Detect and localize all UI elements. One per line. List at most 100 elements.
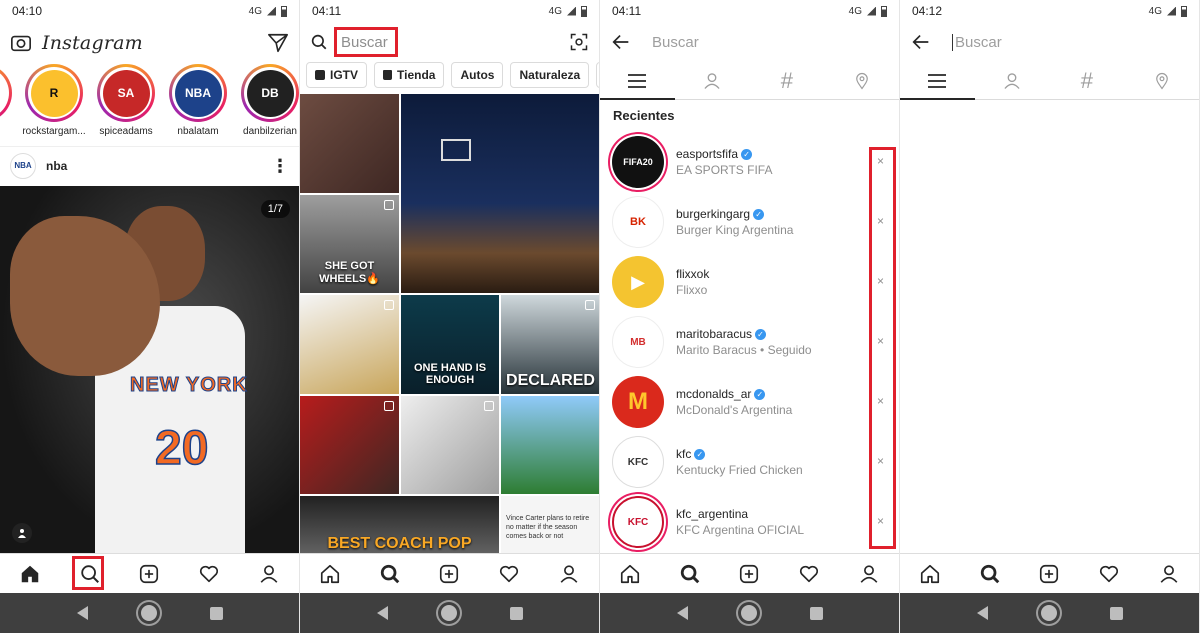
- list-item[interactable]: M mcdonalds_ar ✓ McDonald's Argentina ×: [600, 372, 899, 432]
- grid-tile[interactable]: SHE GOT WHEELS🔥: [300, 195, 399, 293]
- grid-tile[interactable]: ONE HAND IS ENOUGH: [401, 295, 499, 394]
- stories-tray: R rockstargam... SA spiceadams NBA nbala…: [0, 64, 299, 144]
- list-item[interactable]: BK burgerkingarg ✓ Burger King Argentina …: [600, 192, 899, 252]
- android-recents-icon[interactable]: [809, 606, 823, 620]
- home-icon[interactable]: [615, 559, 645, 589]
- story-partial[interactable]: [0, 64, 12, 144]
- more-options-icon[interactable]: ⋮: [271, 157, 289, 175]
- remove-recent-icon[interactable]: ×: [877, 394, 884, 408]
- search-icon[interactable]: [675, 559, 705, 589]
- chip-naturaleza[interactable]: Naturaleza: [510, 62, 590, 88]
- new-post-icon[interactable]: [734, 559, 764, 589]
- back-arrow-icon[interactable]: [610, 31, 632, 53]
- grid-tile[interactable]: [300, 295, 399, 394]
- activity-heart-icon[interactable]: [1094, 559, 1124, 589]
- tab-top[interactable]: [900, 62, 975, 100]
- chip-autos[interactable]: Autos: [451, 62, 504, 88]
- tab-places[interactable]: [1124, 62, 1199, 99]
- android-back-icon[interactable]: [376, 606, 388, 620]
- android-recents-icon[interactable]: [209, 606, 223, 620]
- chip-tienda[interactable]: Tienda: [374, 62, 445, 88]
- tab-accounts[interactable]: [675, 62, 750, 99]
- camera-icon[interactable]: [10, 32, 32, 54]
- list-item[interactable]: ▶ flixxok Flixxo ×: [600, 252, 899, 312]
- tab-top[interactable]: [600, 62, 675, 100]
- profile-icon[interactable]: [254, 559, 284, 589]
- grid-tile[interactable]: BEST COACH POP: [300, 496, 499, 553]
- post-username[interactable]: nba: [46, 159, 271, 173]
- list-item[interactable]: MB maritobaracus ✓ Marito Baracus • Segui…: [600, 312, 899, 372]
- post-avatar[interactable]: NBA: [10, 152, 36, 179]
- tab-places[interactable]: [824, 62, 899, 99]
- search-input[interactable]: Buscar: [952, 33, 1002, 51]
- phone-feed: 04:10 4G Instagram R rockstargam... SA s…: [0, 0, 300, 633]
- account-name-row: easportsfifa ✓: [676, 147, 772, 161]
- screenshot-strip: 04:10 4G Instagram R rockstargam... SA s…: [0, 0, 1200, 633]
- remove-recent-icon[interactable]: ×: [877, 514, 884, 528]
- grid-tile[interactable]: [300, 94, 399, 193]
- activity-heart-icon[interactable]: [794, 559, 824, 589]
- list-item[interactable]: KFC kfc ✓ Kentucky Fried Chicken ×: [600, 432, 899, 492]
- chip-igtv[interactable]: IGTV: [306, 62, 368, 88]
- android-home-icon[interactable]: [740, 605, 757, 621]
- direct-message-icon[interactable]: [267, 32, 289, 54]
- home-icon[interactable]: [315, 559, 345, 589]
- activity-heart-icon[interactable]: [194, 559, 224, 589]
- grid-tile[interactable]: [300, 396, 399, 494]
- account-avatar: MB: [612, 316, 664, 368]
- profile-icon[interactable]: [1154, 559, 1184, 589]
- tab-tags[interactable]: #: [1050, 62, 1125, 99]
- home-icon[interactable]: [15, 559, 45, 589]
- android-recents-icon[interactable]: [1109, 606, 1123, 620]
- search-input[interactable]: Buscar: [652, 34, 699, 51]
- new-post-icon[interactable]: [434, 559, 464, 589]
- search-icon[interactable]: [75, 559, 105, 589]
- tab-accounts[interactable]: [975, 62, 1050, 99]
- android-home-icon[interactable]: [440, 605, 457, 621]
- story-item[interactable]: SA spiceadams: [96, 64, 156, 144]
- android-back-icon[interactable]: [976, 606, 988, 620]
- story-item[interactable]: R rockstargam...: [22, 64, 86, 144]
- list-item[interactable]: KFC kfc_argentina KFC Argentina OFICIAL …: [600, 492, 899, 552]
- list-item[interactable]: FIFA20 easportsfifa ✓ EA SPORTS FIFA ×: [600, 132, 899, 192]
- profile-icon[interactable]: [554, 559, 584, 589]
- grid-tile[interactable]: [401, 396, 499, 494]
- new-post-icon[interactable]: [1034, 559, 1064, 589]
- back-arrow-icon[interactable]: [910, 31, 932, 53]
- android-back-icon[interactable]: [676, 606, 688, 620]
- android-back-icon[interactable]: [76, 606, 88, 620]
- scan-icon[interactable]: [569, 32, 589, 52]
- remove-recent-icon[interactable]: ×: [877, 334, 884, 348]
- story-item[interactable]: NBA nbalatam: [168, 64, 228, 144]
- android-nav-bar: [0, 593, 299, 633]
- home-icon[interactable]: [915, 559, 945, 589]
- search-icon[interactable]: [975, 559, 1005, 589]
- tagged-user-icon[interactable]: [12, 523, 32, 543]
- android-home-icon[interactable]: [1040, 605, 1057, 621]
- bottom-nav: [900, 553, 1199, 593]
- grid-tile-video[interactable]: [401, 94, 599, 293]
- remove-recent-icon[interactable]: ×: [877, 214, 884, 228]
- remove-recent-icon[interactable]: ×: [877, 274, 884, 288]
- menu-lines-icon: [928, 73, 947, 88]
- account-name: mcdonalds_ar: [676, 387, 752, 401]
- post-image[interactable]: NEW YORK 20 1/7: [0, 186, 299, 553]
- android-home-icon[interactable]: [140, 605, 157, 621]
- search-icon[interactable]: [375, 559, 405, 589]
- grid-tile[interactable]: Vince Carter plans to retire no matter i…: [501, 496, 599, 553]
- status-bar: 04:12 4G: [900, 0, 1199, 22]
- story-avatar: R: [30, 69, 78, 117]
- remove-recent-icon[interactable]: ×: [877, 454, 884, 468]
- android-recents-icon[interactable]: [509, 606, 523, 620]
- grid-tile[interactable]: DECLARED: [501, 295, 599, 394]
- new-post-icon[interactable]: [134, 559, 164, 589]
- activity-heart-icon[interactable]: [494, 559, 524, 589]
- phone-empty-search: 04:12 4G Buscar #: [900, 0, 1200, 633]
- tab-tags[interactable]: #: [750, 62, 825, 99]
- signal-icon: [267, 6, 276, 16]
- story-item[interactable]: DB danbilzerian: [240, 64, 299, 144]
- profile-icon[interactable]: [854, 559, 884, 589]
- search-input[interactable]: Buscar: [334, 27, 398, 57]
- remove-recent-icon[interactable]: ×: [877, 154, 884, 168]
- grid-tile[interactable]: [501, 396, 599, 494]
